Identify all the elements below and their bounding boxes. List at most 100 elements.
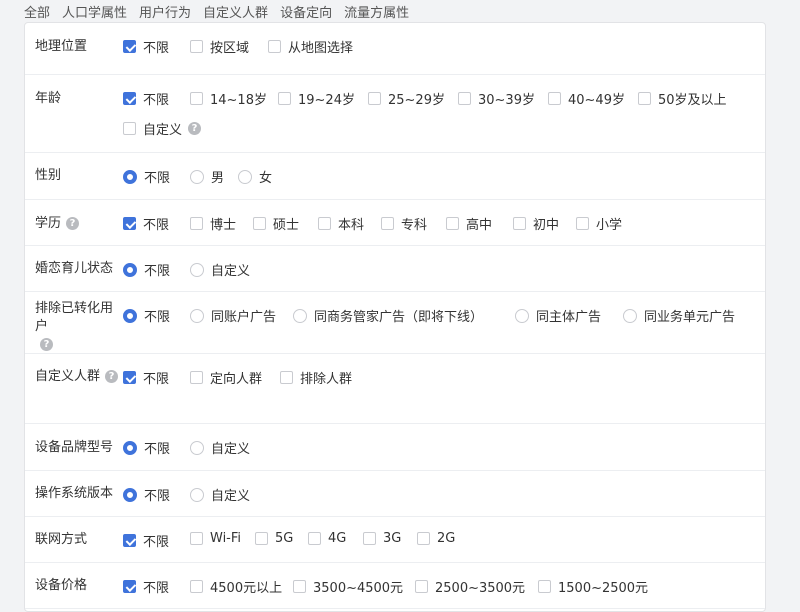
checkbox-icon[interactable] <box>381 217 394 230</box>
checkbox-option[interactable]: 高中 <box>446 214 492 233</box>
checkbox-option[interactable]: 硕士 <box>253 214 299 233</box>
radio-icon[interactable] <box>123 487 137 502</box>
checkbox-icon[interactable] <box>123 92 136 105</box>
tab-4[interactable]: 设备定向 <box>280 2 332 21</box>
checkbox-icon[interactable] <box>255 532 268 545</box>
radio-icon[interactable] <box>123 308 137 323</box>
checkbox-icon[interactable] <box>446 217 459 230</box>
checkbox-option[interactable]: 博士 <box>190 214 236 233</box>
radio-icon[interactable] <box>190 487 204 502</box>
checkbox-icon[interactable] <box>538 580 551 593</box>
checkbox-icon[interactable] <box>548 92 561 105</box>
radio-icon[interactable] <box>190 169 204 184</box>
help-icon[interactable]: ? <box>40 338 53 351</box>
help-icon[interactable]: ? <box>188 122 202 135</box>
radio-option[interactable]: 自定义 <box>190 485 250 504</box>
checkbox-option[interactable]: 从地图选择 <box>268 37 353 56</box>
radio-icon[interactable] <box>238 169 252 184</box>
checkbox-icon[interactable] <box>123 580 136 593</box>
checkbox-icon[interactable] <box>576 217 589 230</box>
radio-option[interactable]: 自定义 <box>190 438 250 457</box>
checkbox-option[interactable]: 1500~2500元 <box>538 577 648 596</box>
radio-icon[interactable] <box>123 440 137 455</box>
checkbox-icon[interactable] <box>190 580 203 593</box>
checkbox-option[interactable]: 4500元以上 <box>190 577 282 596</box>
checkbox-option[interactable]: 初中 <box>513 214 559 233</box>
checkbox-icon[interactable] <box>308 532 321 545</box>
checkbox-icon[interactable] <box>280 371 293 384</box>
tab-3[interactable]: 自定义人群 <box>203 2 268 21</box>
checkbox-icon[interactable] <box>278 92 291 105</box>
checkbox-icon[interactable] <box>123 217 136 230</box>
checkbox-option[interactable]: 不限 <box>123 37 169 56</box>
radio-option[interactable]: 不限 <box>123 438 170 457</box>
radio-icon[interactable] <box>293 308 307 323</box>
radio-icon[interactable] <box>190 308 204 323</box>
tab-1[interactable]: 人口学属性 <box>62 2 127 21</box>
checkbox-icon[interactable] <box>368 92 381 105</box>
checkbox-icon[interactable] <box>268 40 281 53</box>
checkbox-icon[interactable] <box>417 532 430 545</box>
radio-option[interactable]: 自定义 <box>190 260 250 279</box>
checkbox-icon[interactable] <box>293 580 306 593</box>
checkbox-icon[interactable] <box>190 217 203 230</box>
checkbox-option[interactable]: 50岁及以上 <box>638 89 727 108</box>
checkbox-icon[interactable] <box>638 92 651 105</box>
checkbox-option[interactable]: 不限 <box>123 368 169 387</box>
radio-option[interactable]: 同商务管家广告（即将下线） <box>293 306 483 325</box>
checkbox-option[interactable]: 不限 <box>123 577 169 596</box>
checkbox-option[interactable]: Wi-Fi <box>190 531 241 546</box>
checkbox-option[interactable]: 定向人群 <box>190 368 262 387</box>
radio-icon[interactable] <box>190 262 204 277</box>
checkbox-option[interactable]: 14~18岁 <box>190 89 267 108</box>
radio-option[interactable]: 女 <box>238 167 272 186</box>
checkbox-option[interactable]: 25~29岁 <box>368 89 445 108</box>
checkbox-icon[interactable] <box>513 217 526 230</box>
checkbox-option[interactable]: 不限 <box>123 89 169 108</box>
checkbox-option[interactable]: 19~24岁 <box>278 89 355 108</box>
checkbox-option[interactable]: 不限 <box>123 531 169 550</box>
checkbox-icon[interactable] <box>363 532 376 545</box>
checkbox-icon[interactable] <box>458 92 471 105</box>
checkbox-option[interactable]: 3G <box>363 531 401 546</box>
radio-option[interactable]: 不限 <box>123 260 170 279</box>
checkbox-icon[interactable] <box>190 371 203 384</box>
checkbox-icon[interactable] <box>253 217 266 230</box>
checkbox-option[interactable]: 不限 <box>123 214 169 233</box>
tab-0[interactable]: 全部 <box>24 2 50 21</box>
radio-option[interactable]: 同主体广告 <box>515 306 601 325</box>
radio-option[interactable]: 不限 <box>123 485 170 504</box>
radio-option[interactable]: 不限 <box>123 167 170 186</box>
help-icon[interactable]: ? <box>66 217 80 230</box>
checkbox-icon[interactable] <box>123 371 136 384</box>
checkbox-icon[interactable] <box>318 217 331 230</box>
radio-icon[interactable] <box>623 308 637 323</box>
checkbox-option[interactable]: 本科 <box>318 214 364 233</box>
radio-icon[interactable] <box>123 169 137 184</box>
checkbox-option[interactable]: 自定义? <box>123 119 202 138</box>
radio-icon[interactable] <box>190 440 204 455</box>
checkbox-icon[interactable] <box>190 92 203 105</box>
checkbox-option[interactable]: 3500~4500元 <box>293 577 403 596</box>
checkbox-icon[interactable] <box>123 122 136 135</box>
checkbox-icon[interactable] <box>190 532 203 545</box>
radio-option[interactable]: 同业务单元广告 <box>623 306 735 325</box>
tab-5[interactable]: 流量方属性 <box>344 2 409 21</box>
radio-icon[interactable] <box>515 308 529 323</box>
checkbox-option[interactable]: 2500~3500元 <box>415 577 525 596</box>
checkbox-icon[interactable] <box>123 534 136 547</box>
checkbox-option[interactable]: 小学 <box>576 214 622 233</box>
checkbox-option[interactable]: 5G <box>255 531 293 546</box>
checkbox-option[interactable]: 专科 <box>381 214 427 233</box>
radio-option[interactable]: 不限 <box>123 306 170 325</box>
checkbox-option[interactable]: 40~49岁 <box>548 89 625 108</box>
tab-2[interactable]: 用户行为 <box>139 2 191 21</box>
checkbox-option[interactable]: 排除人群 <box>280 368 352 387</box>
radio-icon[interactable] <box>123 262 137 277</box>
checkbox-option[interactable]: 按区域 <box>190 37 249 56</box>
radio-option[interactable]: 同账户广告 <box>190 306 276 325</box>
help-icon[interactable]: ? <box>105 370 119 383</box>
checkbox-icon[interactable] <box>190 40 203 53</box>
checkbox-icon[interactable] <box>123 40 136 53</box>
radio-option[interactable]: 男 <box>190 167 224 186</box>
